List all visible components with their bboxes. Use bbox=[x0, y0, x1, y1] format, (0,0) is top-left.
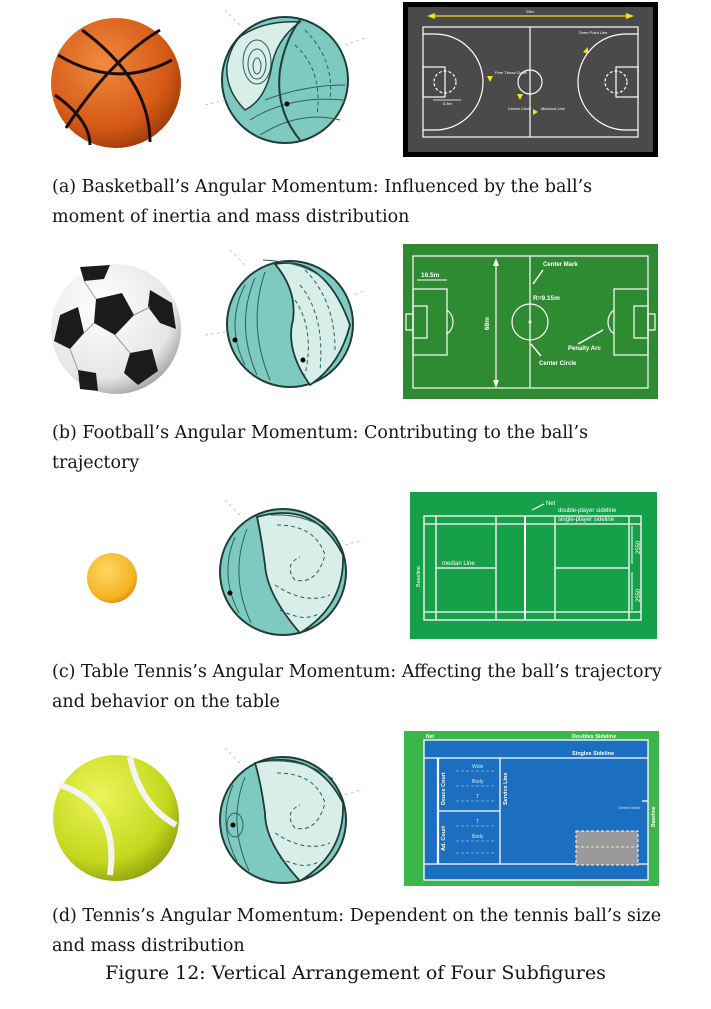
fb-box-label: 16.5m bbox=[421, 272, 440, 279]
tn-baseline-label: Baseline bbox=[651, 806, 657, 827]
figure-caption: Figure 12: Vertical Arrangement of Four … bbox=[105, 962, 606, 984]
bb-radius-label: 5.8m bbox=[443, 101, 453, 106]
tt-single-sideline-label: single-player sideline bbox=[558, 517, 615, 523]
tn-center-mark-label: Center Mark bbox=[618, 805, 640, 810]
sphere-a bbox=[204, 9, 366, 144]
tn-doubles-label: Doubles Sideline bbox=[572, 734, 616, 740]
tn-ad-label: Ad. Court bbox=[441, 826, 447, 851]
tt-median-label: median Line bbox=[442, 561, 475, 567]
tn-deuce-label: Deuce Court bbox=[441, 772, 447, 805]
table-tennis-diagram: Net double-player sideline single-player… bbox=[410, 492, 657, 639]
bb-free-throw-label: Free Throw Circle bbox=[495, 70, 527, 75]
caption-b: (b) Football’s Angular Momentum: Contrib… bbox=[52, 423, 589, 473]
sphere-c bbox=[219, 499, 364, 636]
tennis-court-diagram: Net Doubles Sideline Singles Sideline Wi… bbox=[404, 731, 659, 886]
bb-width-label: 28m bbox=[526, 9, 534, 14]
bb-three-point-label: Three Point Line bbox=[578, 30, 608, 35]
basketball-court-diagram: 28m Three Point Line Free Throw Circle 5… bbox=[403, 2, 658, 157]
tn-t-label: T bbox=[476, 794, 479, 800]
tn-service-label: Service Line bbox=[503, 773, 509, 805]
tt-double-sideline-label: double-player sideline bbox=[558, 508, 617, 514]
sphere-b bbox=[204, 249, 366, 388]
tn-body2-label: Body bbox=[472, 834, 484, 840]
caption-d: (d) Tennis’s Angular Momentum: Dependent… bbox=[52, 906, 662, 956]
sphere-d bbox=[219, 747, 364, 884]
fb-length-label: 68m bbox=[484, 317, 491, 330]
tennis-ball-image bbox=[53, 755, 179, 881]
fb-radius-label: R=9.15m bbox=[533, 295, 560, 302]
tn-singles-label: Singles Sideline bbox=[572, 751, 614, 757]
tt-baseline-label: Baseline bbox=[416, 566, 422, 587]
tt-net-label: Net bbox=[546, 501, 556, 507]
caption-a: (a) Basketball’s Angular Momentum: Influ… bbox=[52, 177, 593, 227]
bb-centre-label: Centre Circle bbox=[508, 106, 532, 111]
tt-dim-bottom: 2550 bbox=[636, 588, 642, 602]
tn-wide-label: Wide bbox=[472, 764, 484, 770]
tn-net-label: Net bbox=[426, 734, 434, 740]
fb-penalty-arc-label: Penalty Arc bbox=[568, 346, 601, 352]
bb-midcourt-label: Midcourt Line bbox=[541, 106, 566, 111]
fb-center-circle-label: Center Circle bbox=[539, 361, 577, 367]
fb-center-mark-label: Center Mark bbox=[543, 262, 578, 268]
tn-body-label: Body bbox=[472, 779, 484, 785]
football-image bbox=[51, 264, 181, 394]
tt-dim-top: 2550 bbox=[636, 540, 642, 554]
tn-t2-label: T bbox=[476, 819, 479, 825]
football-field-diagram: 16.5m Center Mark R=9.15m 68m Penalty Ar… bbox=[403, 244, 658, 399]
ping-pong-ball-image bbox=[87, 553, 137, 603]
caption-c: (c) Table Tennis’s Angular Momentum: Aff… bbox=[52, 662, 662, 712]
